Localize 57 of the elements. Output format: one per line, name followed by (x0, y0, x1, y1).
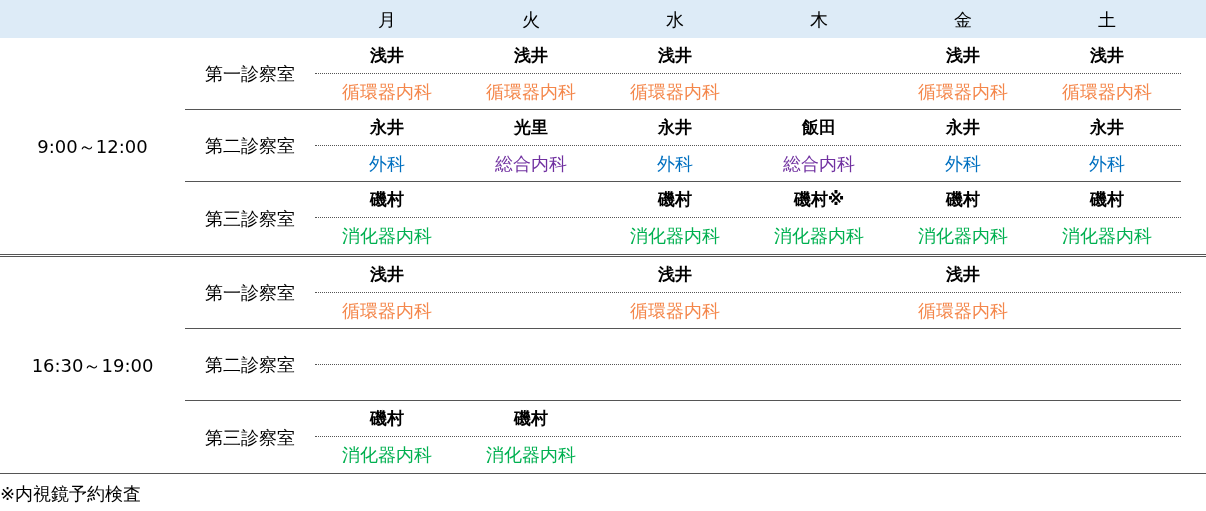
time-label: 9:00～12:00 (37, 134, 148, 159)
department-label: 循環器内科 (1062, 80, 1152, 104)
department-label: 循環器内科 (918, 299, 1008, 323)
department-label: 消化器内科 (918, 224, 1008, 248)
doctor-name: 磯村 (946, 187, 980, 211)
day-header: 木 (810, 7, 828, 32)
room-label: 第三診察室 (205, 425, 295, 450)
department-label: 消化器内科 (630, 224, 720, 248)
doctor-name: 浅井 (946, 262, 980, 286)
doctor-name: 永井 (1090, 115, 1124, 139)
department-label: 消化器内科 (774, 224, 864, 248)
department-label: 総合内科 (783, 152, 855, 176)
doctor-name: 永井 (946, 115, 980, 139)
department-label: 外科 (945, 152, 981, 176)
day-header: 金 (954, 7, 972, 32)
room-label: 第二診察室 (205, 134, 295, 158)
department-label: 消化器内科 (342, 224, 432, 248)
doctor-name: 磯村 (370, 187, 404, 211)
department-label: 外科 (369, 152, 405, 176)
department-label: 循環器内科 (918, 80, 1008, 104)
doctor-name: 永井 (658, 115, 692, 139)
day-header: 火 (522, 7, 540, 32)
department-label: 外科 (657, 152, 693, 176)
room-label: 第一診察室 (205, 281, 295, 305)
department-label: 循環器内科 (342, 80, 432, 104)
doctor-name: 浅井 (658, 43, 692, 67)
department-label: 消化器内科 (486, 443, 576, 467)
doctor-name: 浅井 (1090, 43, 1124, 67)
doctor-name: 磯村 (514, 406, 548, 430)
doctor-name: 浅井 (946, 43, 980, 67)
room-label: 第一診察室 (205, 62, 295, 86)
department-label: 循環器内科 (342, 299, 432, 323)
doctor-name: 磯村 (1090, 187, 1124, 211)
department-label: 消化器内科 (342, 443, 432, 467)
department-label: 循環器内科 (486, 80, 576, 104)
footnote: ※内視鏡予約検査 (0, 483, 142, 504)
room-label: 第三診察室 (205, 206, 295, 231)
time-label: 16:30～19:00 (31, 353, 154, 378)
day-header: 月 (378, 7, 396, 32)
doctor-name: 磯村 (658, 187, 692, 211)
department-label: 循環器内科 (630, 80, 720, 104)
day-header: 水 (666, 7, 684, 32)
doctor-name: 浅井 (658, 262, 692, 286)
doctor-name: 浅井 (370, 262, 404, 286)
department-label: 消化器内科 (1062, 224, 1152, 248)
department-label: 外科 (1089, 152, 1125, 176)
department-label: 総合内科 (495, 152, 567, 176)
doctor-name: 浅井 (370, 43, 404, 67)
doctor-name: 光里 (514, 115, 548, 139)
doctor-name: 永井 (370, 115, 404, 139)
department-label: 循環器内科 (630, 299, 720, 323)
doctor-name: 飯田 (802, 115, 836, 139)
doctor-name: 浅井 (514, 43, 548, 67)
doctor-name: 磯村 (370, 406, 404, 430)
day-header: 土 (1098, 7, 1116, 32)
doctor-name: 磯村※ (793, 187, 845, 211)
room-label: 第二診察室 (205, 353, 295, 377)
